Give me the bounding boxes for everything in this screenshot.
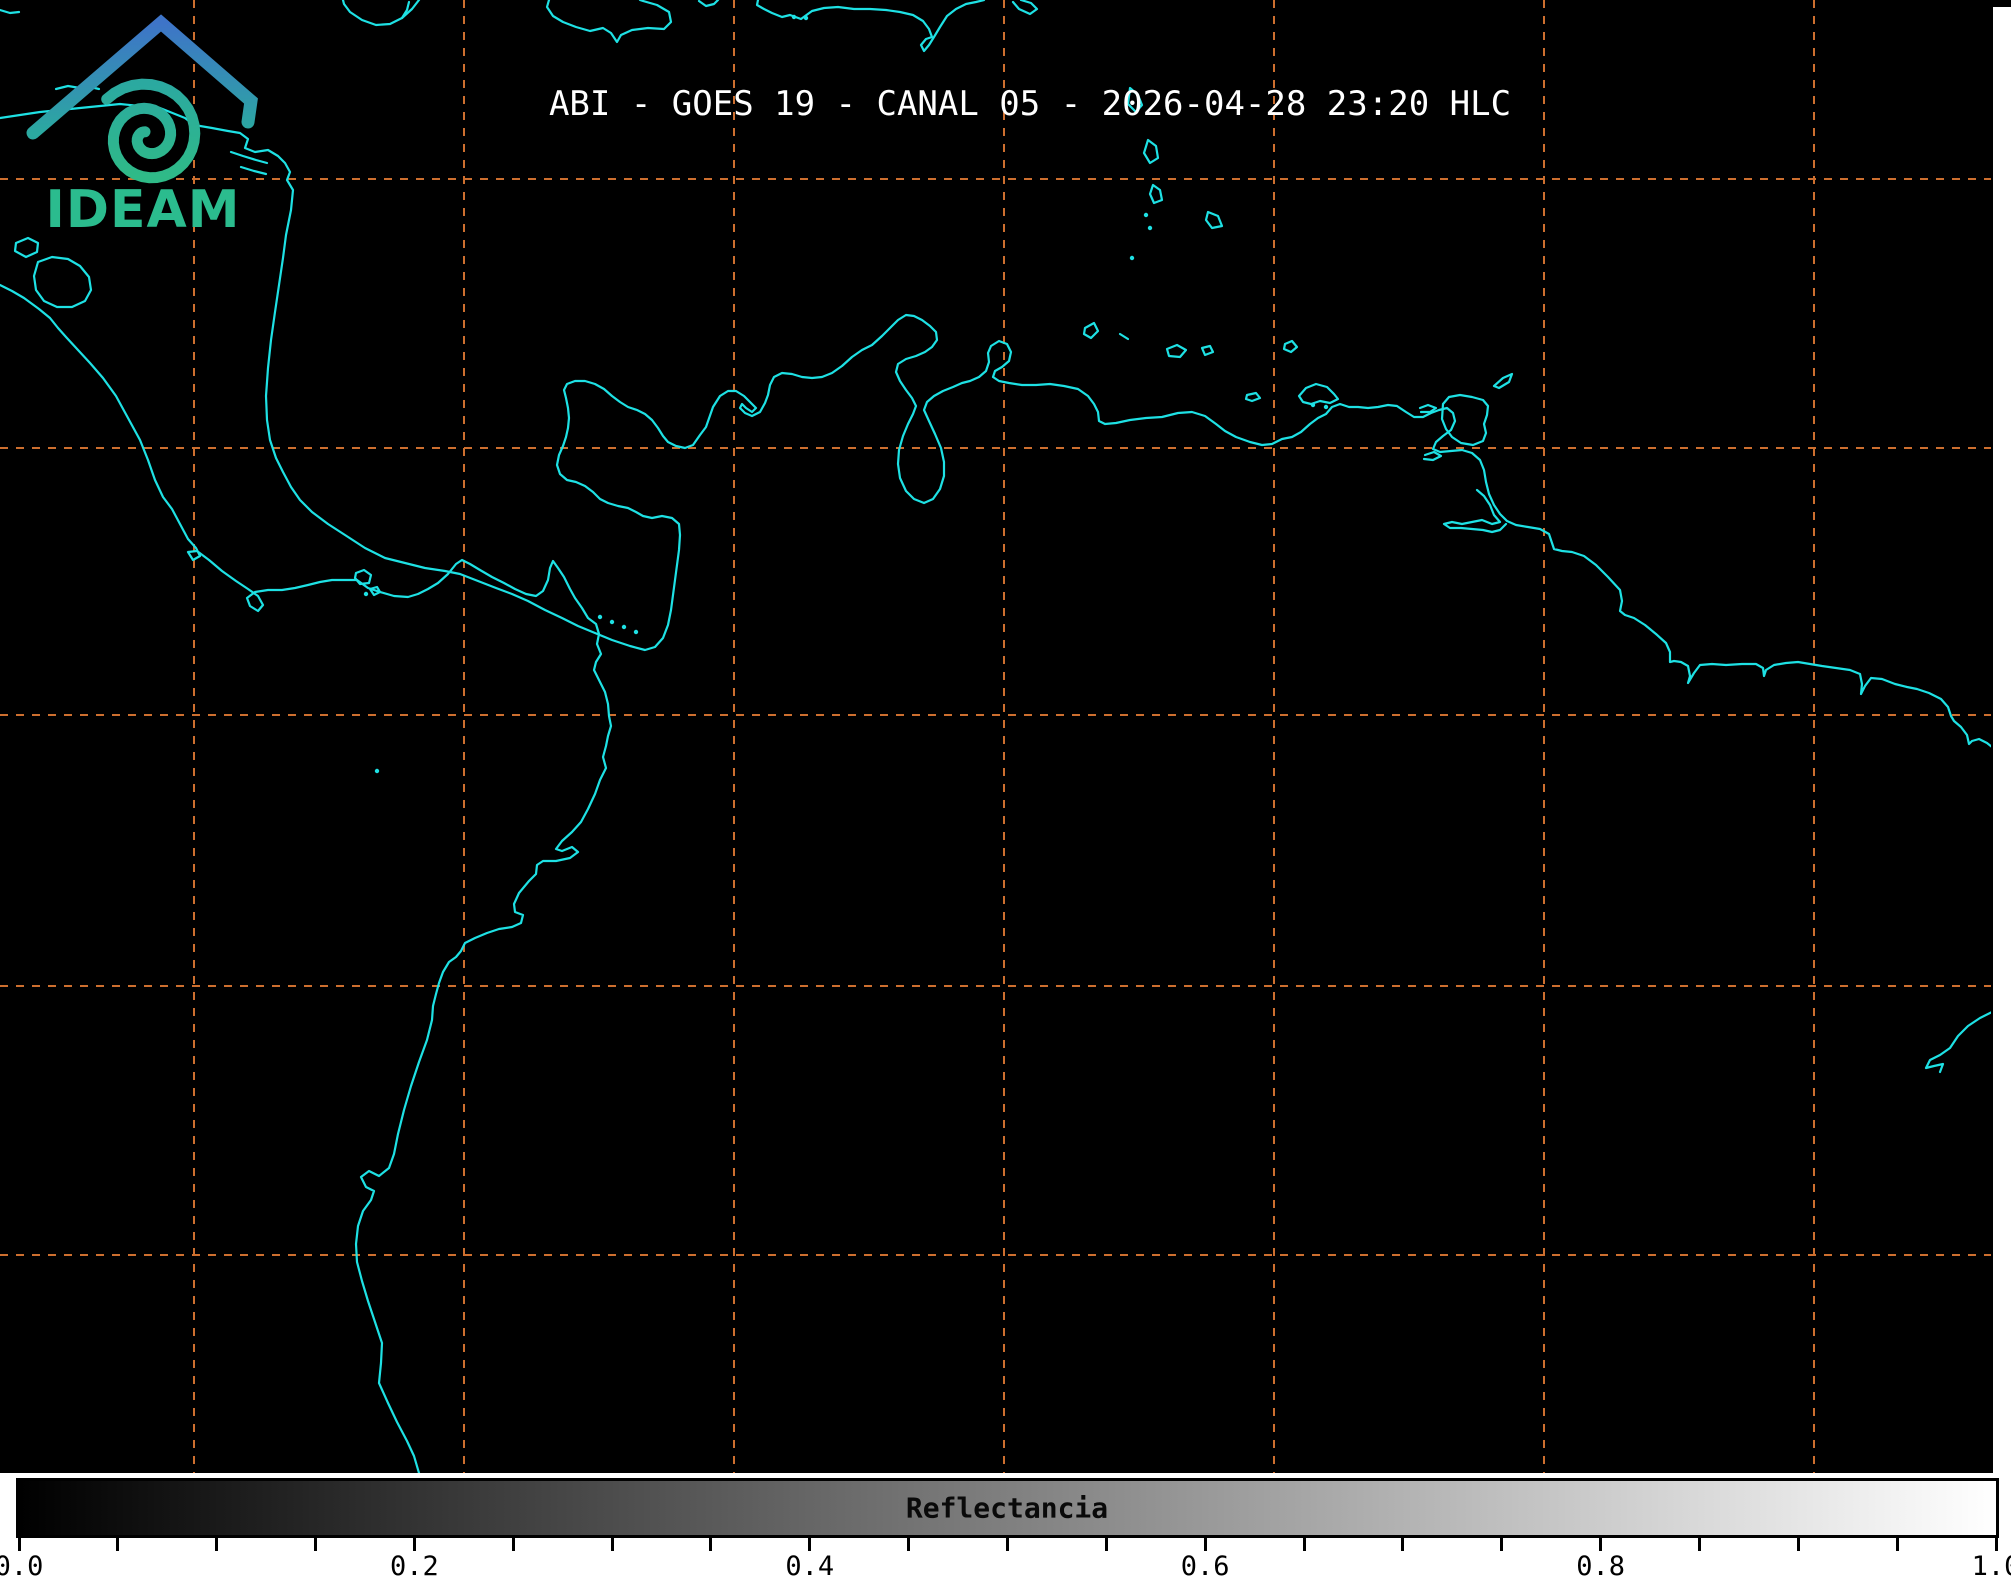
colorbar-tick: [1896, 1538, 1899, 1551]
colorbar-tick: [215, 1538, 218, 1551]
frame-top-edge: [1992, 0, 2011, 7]
ideam-logo: IDEAM: [0, 0, 280, 238]
colorbar-tick: [1797, 1538, 1800, 1551]
colorbar-tick: [709, 1538, 712, 1551]
colorbar-tick-label: 0.2: [390, 1551, 439, 1582]
colorbar-tick-label: 0.0: [0, 1551, 43, 1582]
colorbar-tick: [116, 1538, 119, 1551]
logo-hurricane-swirl-icon: [107, 84, 195, 178]
colorbar-tick-label: 0.8: [1576, 1551, 1625, 1582]
colorbar-tick: [1698, 1538, 1701, 1551]
logo-wordmark: IDEAM: [45, 180, 240, 238]
colorbar-tick-label: 0.4: [785, 1551, 834, 1582]
colorbar-tick-label: 0.6: [1181, 1551, 1230, 1582]
colorbar-tick: [413, 1538, 416, 1551]
colorbar-tick: [1401, 1538, 1404, 1551]
colorbar-tick: [907, 1538, 910, 1551]
colorbar-tick: [1599, 1538, 1602, 1551]
map-frame-right: [1991, 0, 1993, 1473]
colorbar-label: Reflectancia: [906, 1492, 1108, 1525]
logo-roof-icon: [33, 23, 251, 133]
colorbar-tick: [1995, 1538, 1998, 1551]
colorbar-tick: [1006, 1538, 1009, 1551]
colorbar-tick: [512, 1538, 515, 1551]
colorbar-tick: [611, 1538, 614, 1551]
colorbar-tick: [1500, 1538, 1503, 1551]
colorbar-tick: [1303, 1538, 1306, 1551]
colorbar-tick: [1105, 1538, 1108, 1551]
satellite-map-canvas: ABI - GOES 19 - CANAL 05 - 2026-04-28 23…: [0, 0, 1992, 1473]
colorbar-tick-label: 1.0: [1972, 1551, 2011, 1582]
colorbar-tick: [1204, 1538, 1207, 1551]
colorbar-panel: Reflectancia 0.00.20.40.60.81.0: [0, 1473, 2011, 1577]
colorbar-tick: [808, 1538, 811, 1551]
colorbar-tick: [18, 1538, 21, 1551]
coastlines: [0, 0, 1992, 1473]
colorbar-tick: [314, 1538, 317, 1551]
map-title: ABI - GOES 19 - CANAL 05 - 2026-04-28 23…: [549, 84, 1511, 124]
